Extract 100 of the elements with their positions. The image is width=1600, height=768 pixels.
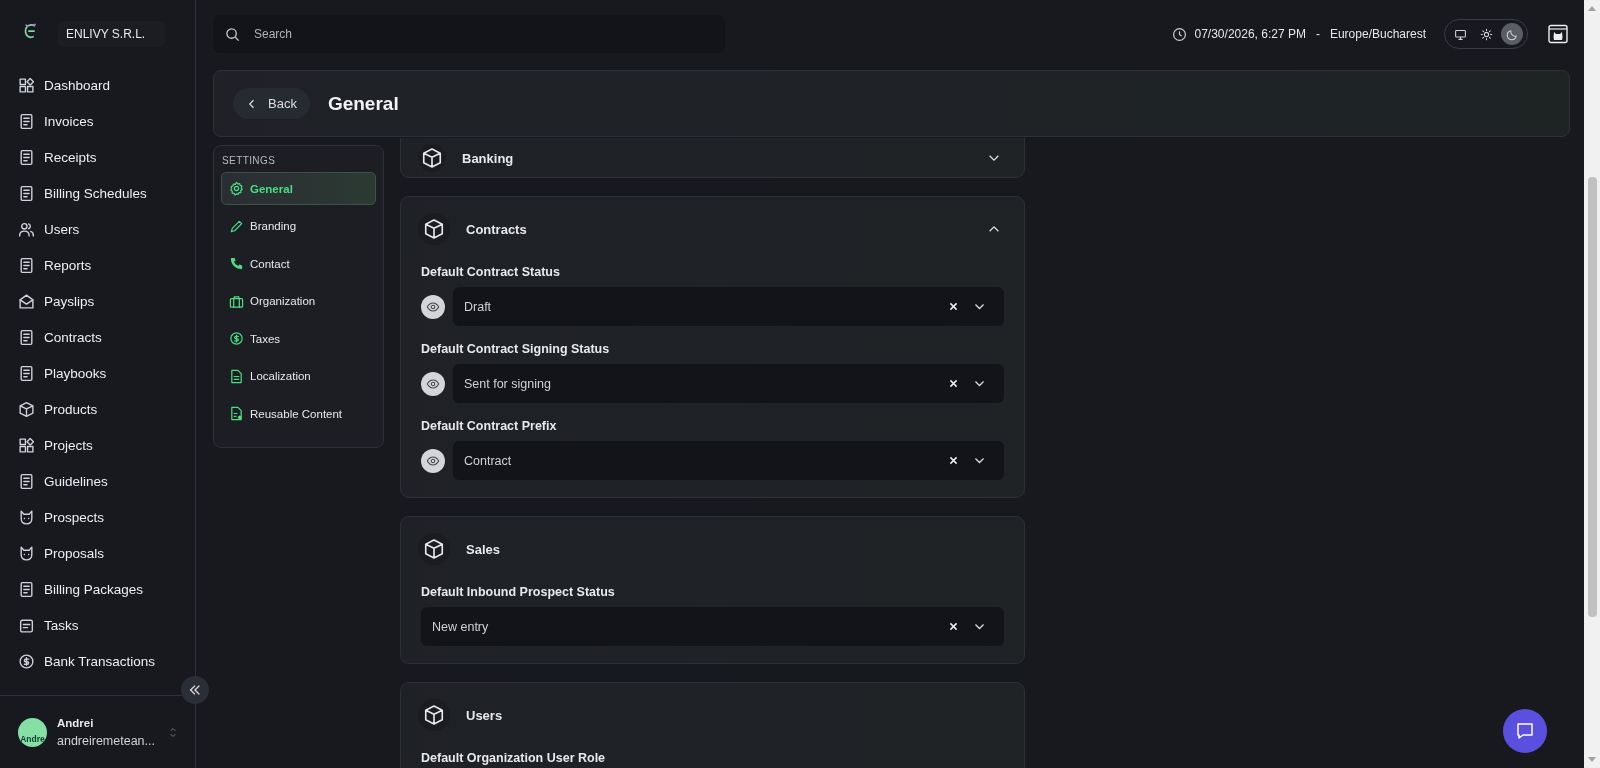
document-icon xyxy=(18,148,35,166)
document-icon xyxy=(229,406,244,421)
eye-icon xyxy=(426,376,440,391)
settings-nav-item[interactable]: Organization xyxy=(221,284,376,318)
box-icon xyxy=(418,213,450,245)
field-label: Default Contract Prefix xyxy=(421,419,558,433)
section-title: Sales xyxy=(466,541,501,557)
settings-nav-item[interactable]: Taxes xyxy=(221,322,376,355)
settings-nav-item[interactable]: Contact xyxy=(221,247,376,280)
section-heading: SETTINGS xyxy=(222,155,277,166)
chat-icon xyxy=(1515,721,1535,741)
document-icon xyxy=(18,364,35,382)
chat-button[interactable] xyxy=(1503,709,1547,753)
avatar: Andre xyxy=(18,717,47,747)
clear-icon[interactable] xyxy=(948,455,959,466)
sidebar-item[interactable]: Projects xyxy=(0,427,195,463)
box-icon xyxy=(418,533,450,565)
sidebar-item[interactable]: Prospects xyxy=(0,499,195,535)
separator: - xyxy=(1315,27,1320,41)
theme-option[interactable] xyxy=(1501,23,1523,45)
scrollbar[interactable] xyxy=(1584,0,1600,768)
sidebar-item[interactable]: Users xyxy=(0,211,195,247)
search-bar[interactable]: Search xyxy=(213,15,725,53)
sidebar-item[interactable]: Tasks xyxy=(0,607,195,643)
company-name[interactable]: ENLIVY S.R.L. xyxy=(58,20,166,47)
monitor-icon xyxy=(1453,27,1467,41)
sidebar-item[interactable]: Billing Schedules xyxy=(0,175,195,211)
user-name: Andrei xyxy=(57,716,95,729)
pencil-icon xyxy=(229,218,244,234)
document-icon xyxy=(18,112,35,130)
section-title: Contracts xyxy=(466,221,528,237)
sidebar-item[interactable]: Receipts xyxy=(0,139,195,175)
back-button[interactable]: Back xyxy=(233,88,310,119)
document-icon xyxy=(18,184,35,202)
clipboard-icon xyxy=(18,616,35,634)
eye-icon xyxy=(426,453,440,468)
sidebar-item[interactable]: Guidelines xyxy=(0,463,195,499)
envelope-icon xyxy=(18,292,35,310)
moon-icon xyxy=(1505,27,1519,41)
user-email: andreiremetean... xyxy=(57,733,156,748)
grid-icon xyxy=(18,76,35,94)
sidebar-item[interactable]: Reports xyxy=(0,247,195,283)
sidebar-item[interactable]: Playbooks xyxy=(0,355,195,391)
box-icon xyxy=(18,400,35,418)
search-icon xyxy=(225,26,240,42)
cat-icon xyxy=(18,508,35,526)
field-label: Default Contract Status xyxy=(421,265,561,279)
search-field[interactable]: Search xyxy=(252,26,713,42)
timezone: Europe/Bucharest xyxy=(1329,27,1426,41)
sidebar-item[interactable]: Dashboard xyxy=(0,67,195,103)
cat-window-icon xyxy=(1548,24,1568,44)
cat-window-button[interactable] xyxy=(1546,22,1570,46)
clear-icon[interactable] xyxy=(948,301,959,312)
cat-icon xyxy=(18,544,35,562)
grid-icon xyxy=(18,436,35,454)
visibility-toggle[interactable] xyxy=(421,448,445,473)
settings-nav-item[interactable]: General xyxy=(221,172,376,205)
page-title: General xyxy=(327,92,399,115)
dollar-icon xyxy=(229,331,244,346)
sun-icon xyxy=(1479,27,1493,41)
date-time: 07/30/2026, 6:27 PM xyxy=(1194,27,1306,41)
sidebar-item[interactable]: Bank Transactions xyxy=(0,643,195,679)
box-icon xyxy=(418,144,446,172)
eye-icon xyxy=(426,299,440,314)
settings-nav-item[interactable]: Localization xyxy=(221,359,376,393)
select-field[interactable]: Sent for signing xyxy=(453,364,1004,403)
settings-nav-item[interactable]: Branding xyxy=(221,209,376,243)
briefcase-icon xyxy=(229,293,244,309)
sidebar-item[interactable]: Proposals xyxy=(0,535,195,571)
expand-icon xyxy=(169,725,177,739)
double-chevron-icon xyxy=(188,683,202,697)
select-field[interactable]: Contract xyxy=(453,441,1004,480)
users-icon xyxy=(18,220,35,238)
sidebar-item[interactable]: Contracts xyxy=(0,319,195,355)
dollar-icon xyxy=(18,652,35,670)
box-icon xyxy=(418,699,450,731)
sidebar-item[interactable]: Products xyxy=(0,391,195,427)
document-icon xyxy=(18,472,35,490)
sidebar-item[interactable]: Payslips xyxy=(0,283,195,319)
field-label: Default Contract Signing Status xyxy=(421,342,611,356)
collapse-sidebar-button[interactable] xyxy=(181,676,209,704)
gear-icon xyxy=(229,181,244,196)
visibility-toggle[interactable] xyxy=(421,294,445,319)
sidebar-item[interactable]: Invoices xyxy=(0,103,195,139)
document-icon xyxy=(229,368,244,384)
visibility-toggle[interactable] xyxy=(421,371,445,396)
section-title: Banking xyxy=(462,150,515,166)
settings-nav-item[interactable]: Reusable Content xyxy=(221,397,376,430)
sidebar-item[interactable]: Billing Packages xyxy=(0,571,195,607)
document-icon xyxy=(18,256,35,274)
select-field[interactable]: New entry xyxy=(421,607,1004,646)
clear-icon[interactable] xyxy=(948,621,959,632)
clear-icon[interactable] xyxy=(948,378,959,389)
phone-icon xyxy=(229,256,244,271)
select-field[interactable]: Draft xyxy=(453,287,1004,326)
document-icon xyxy=(18,328,35,346)
field-label: Default Organization User Role xyxy=(421,751,607,765)
document-icon xyxy=(18,580,35,598)
section-title: Users xyxy=(466,707,504,723)
clock-icon xyxy=(1171,26,1187,42)
